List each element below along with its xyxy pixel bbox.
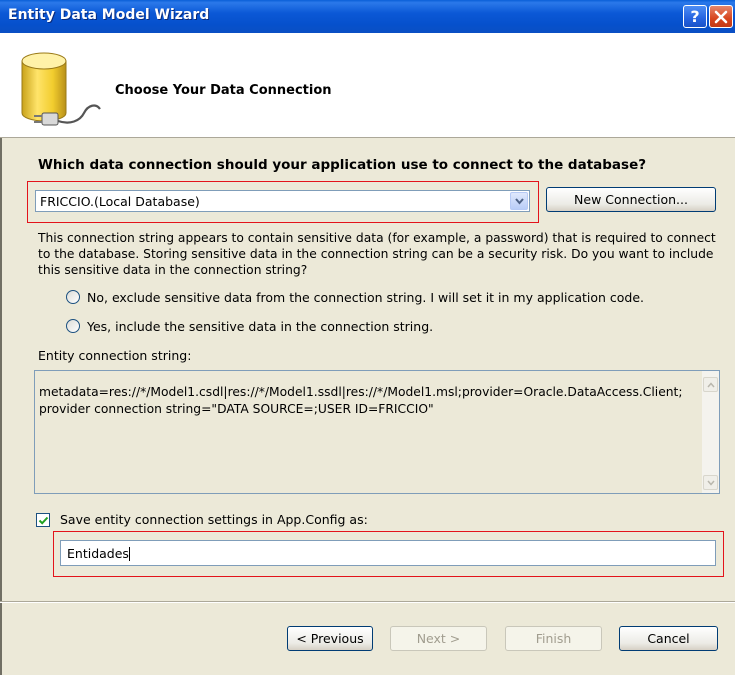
next-button[interactable]: Next > bbox=[390, 626, 487, 651]
include-sensitive-option[interactable]: Yes, include the sensitive data in the c… bbox=[66, 319, 433, 334]
exclude-sensitive-radio[interactable] bbox=[66, 290, 80, 304]
footer-divider bbox=[0, 601, 735, 603]
chevron-down-icon bbox=[707, 480, 715, 486]
wizard-window: Entity Data Model Wizard ? Choose Your D… bbox=[0, 0, 735, 675]
title-bar[interactable]: Entity Data Model Wizard ? bbox=[0, 0, 735, 33]
scroll-down-button[interactable] bbox=[703, 475, 718, 490]
config-name-value: Entidades bbox=[67, 546, 129, 561]
window-title: Entity Data Model Wizard bbox=[8, 7, 210, 23]
left-border bbox=[0, 138, 2, 675]
help-icon: ? bbox=[690, 7, 700, 26]
config-name-input[interactable]: Entidades bbox=[60, 540, 716, 566]
text-caret bbox=[128, 547, 130, 561]
entity-connection-textbox[interactable]: metadata=res://*/Model1.csdl|res://*/Mod… bbox=[34, 370, 720, 494]
exclude-sensitive-option[interactable]: No, exclude sensitive data from the conn… bbox=[66, 290, 644, 305]
entity-connection-value: metadata=res://*/Model1.csdl|res://*/Mod… bbox=[39, 385, 683, 416]
exclude-sensitive-label: No, exclude sensitive data from the conn… bbox=[87, 290, 645, 305]
checkmark-icon bbox=[38, 516, 49, 525]
close-icon bbox=[714, 10, 728, 24]
help-button[interactable]: ? bbox=[683, 5, 707, 28]
chevron-down-icon bbox=[515, 198, 524, 205]
connection-dropdown[interactable]: FRICCIO.(Local Database) bbox=[35, 190, 530, 212]
close-button[interactable] bbox=[709, 5, 733, 28]
wizard-header: Choose Your Data Connection bbox=[0, 33, 735, 138]
finish-button[interactable]: Finish bbox=[505, 626, 602, 651]
connection-dropdown-value: FRICCIO.(Local Database) bbox=[40, 194, 200, 209]
new-connection-button[interactable]: New Connection... bbox=[546, 187, 716, 212]
sensitive-data-info: This connection string appears to contai… bbox=[38, 231, 716, 277]
dropdown-arrow-button[interactable] bbox=[510, 192, 528, 210]
chevron-up-icon bbox=[707, 382, 715, 388]
entity-connection-label: Entity connection string: bbox=[38, 348, 192, 363]
cancel-button[interactable]: Cancel bbox=[619, 626, 718, 651]
database-plug-icon bbox=[21, 52, 101, 126]
vertical-scrollbar[interactable] bbox=[702, 371, 719, 493]
header-title: Choose Your Data Connection bbox=[115, 83, 332, 98]
include-sensitive-radio[interactable] bbox=[66, 319, 80, 333]
save-settings-label: Save entity connection settings in App.C… bbox=[60, 512, 368, 527]
include-sensitive-label: Yes, include the sensitive data in the c… bbox=[87, 319, 434, 334]
previous-button[interactable]: < Previous bbox=[287, 626, 373, 651]
scroll-up-button[interactable] bbox=[703, 377, 718, 392]
save-settings-checkbox[interactable] bbox=[36, 513, 50, 527]
connection-question: Which data connection should your applic… bbox=[38, 157, 647, 173]
